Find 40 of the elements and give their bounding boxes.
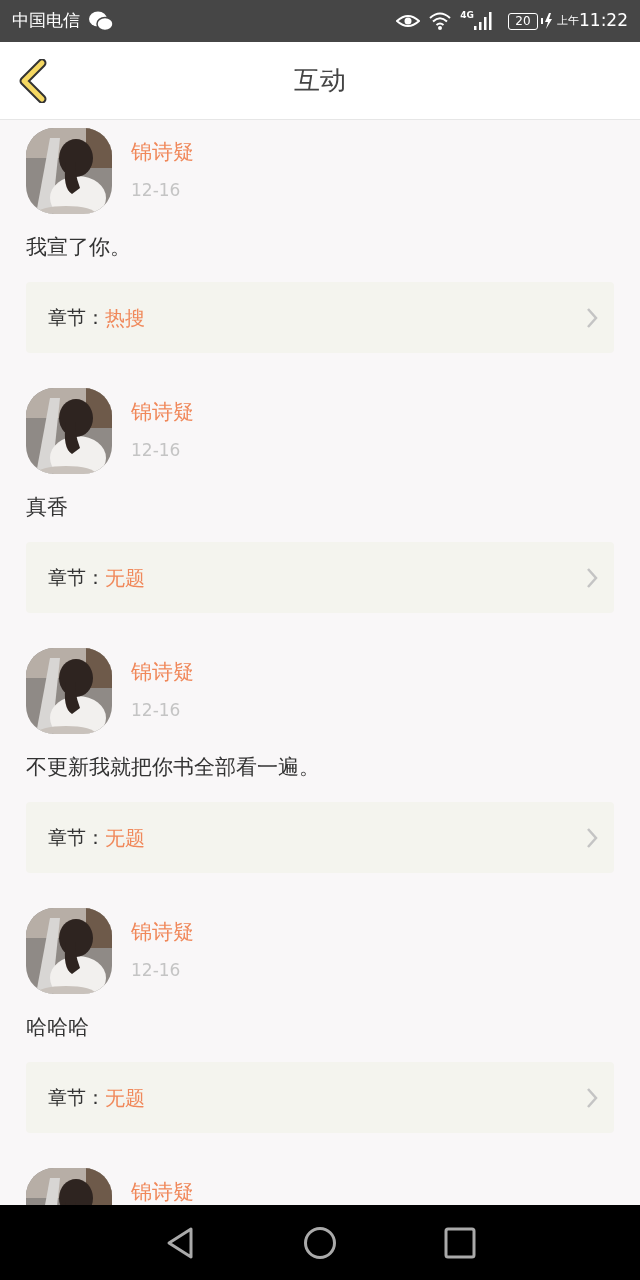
author-name[interactable]: 锦诗疑	[131, 1178, 194, 1205]
chapter-label: 章节：	[48, 1085, 105, 1111]
author-name[interactable]: 锦诗疑	[131, 918, 194, 946]
charging-bolt-icon	[541, 13, 553, 29]
chat-bubbles-icon	[88, 10, 114, 32]
signal-icon	[474, 12, 492, 30]
comment-text: 我宣了你。	[26, 234, 132, 261]
chapter-link[interactable]: 章节：无题	[26, 1062, 614, 1133]
author-name[interactable]: 锦诗疑	[131, 138, 194, 166]
chapter-link[interactable]: 章节：热搜	[26, 282, 614, 353]
chapter-link[interactable]: 章节：无题	[26, 802, 614, 873]
chapter-title: 无题	[105, 824, 145, 852]
chapter-label: 章节：	[48, 305, 105, 331]
page-title: 互动	[294, 64, 346, 97]
chapter-link[interactable]: 章节：无题	[26, 542, 614, 613]
comment-text: 不更新我就把你书全部看一遍。	[26, 754, 321, 781]
eye-icon	[396, 12, 421, 30]
back-chevron-icon	[18, 59, 48, 103]
chapter-label: 章节：	[48, 825, 105, 851]
chevron-right-icon	[586, 306, 598, 329]
chapter-title: 热搜	[105, 304, 145, 332]
comment-text: 真香	[26, 494, 69, 521]
comment-text: 哈哈哈	[26, 1014, 90, 1041]
clock-period: 上午	[557, 12, 579, 29]
home-circle-icon	[303, 1225, 337, 1260]
back-triangle-icon	[165, 1225, 195, 1260]
chevron-right-icon	[586, 1086, 598, 1109]
clock-time: 11:22	[579, 9, 628, 33]
carrier-name: 中国电信	[12, 9, 80, 33]
battery-indicator: 20	[508, 12, 538, 30]
chapter-title: 无题	[105, 564, 145, 592]
network-type: 4G	[460, 9, 474, 22]
author-name[interactable]: 锦诗疑	[131, 398, 194, 426]
chevron-right-icon	[586, 566, 598, 589]
recents-square-icon	[444, 1226, 476, 1259]
chevron-right-icon	[586, 826, 598, 849]
wifi-icon	[428, 11, 453, 31]
chapter-label: 章节：	[48, 565, 105, 591]
chapter-title: 无题	[105, 1084, 145, 1112]
author-name[interactable]: 锦诗疑	[131, 658, 194, 686]
